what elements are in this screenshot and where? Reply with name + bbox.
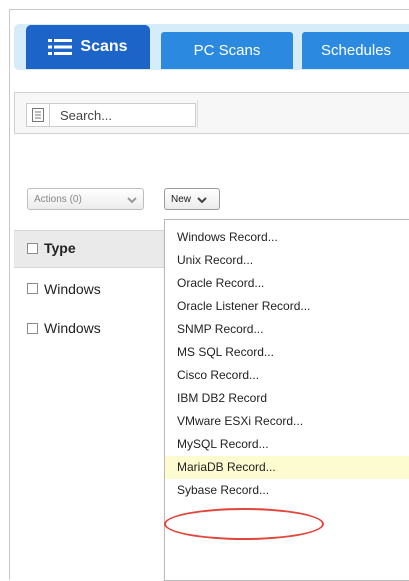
menu-item-unix-record[interactable]: Unix Record... xyxy=(165,249,409,272)
select-all-checkbox[interactable] xyxy=(27,243,38,254)
menu-item-windows-record[interactable]: Windows Record... xyxy=(165,226,409,249)
new-dropdown-menu: Windows Record... Unix Record... Oracle … xyxy=(164,219,409,581)
menu-item-oracle-listener-record[interactable]: Oracle Listener Record... xyxy=(165,295,409,318)
chevron-down-icon xyxy=(127,196,137,203)
search-box xyxy=(26,103,196,127)
row-type: Windows xyxy=(44,320,101,336)
menu-item-cisco-record[interactable]: Cisco Record... xyxy=(165,364,409,387)
search-input[interactable] xyxy=(50,106,192,124)
row-type: Windows xyxy=(44,281,101,297)
new-button-label: New xyxy=(171,193,192,205)
tab-scans-label: Scans xyxy=(80,38,128,55)
search-divider xyxy=(197,100,198,128)
menu-item-vmware-esxi-record[interactable]: VMware ESXi Record... xyxy=(165,410,409,433)
list-icon xyxy=(48,38,73,56)
actions-button-label: Actions (0) xyxy=(34,193,82,205)
chevron-down-icon xyxy=(197,196,207,203)
column-header-type[interactable]: Type xyxy=(44,240,76,256)
tab-pc-scans[interactable]: PC Scans xyxy=(161,32,293,69)
menu-item-mssql-record[interactable]: MS SQL Record... xyxy=(165,341,409,364)
actions-button[interactable]: Actions (0) xyxy=(27,188,144,210)
row-checkbox[interactable] xyxy=(27,283,38,294)
tab-scans[interactable]: Scans xyxy=(26,25,150,69)
table-header xyxy=(14,230,174,268)
menu-item-mariadb-record[interactable]: MariaDB Record... xyxy=(165,456,409,479)
tab-schedules[interactable]: Schedules xyxy=(302,32,409,69)
document-icon[interactable] xyxy=(27,104,50,126)
menu-item-mysql-record[interactable]: MySQL Record... xyxy=(165,433,409,456)
row-checkbox[interactable] xyxy=(27,323,38,334)
menu-item-ibm-db2-record[interactable]: IBM DB2 Record xyxy=(165,387,409,410)
menu-item-sybase-record[interactable]: Sybase Record... xyxy=(165,479,409,502)
tab-schedules-label: Schedules xyxy=(321,42,392,59)
tab-pc-scans-label: PC Scans xyxy=(193,42,261,59)
menu-item-oracle-record[interactable]: Oracle Record... xyxy=(165,272,409,295)
menu-item-snmp-record[interactable]: SNMP Record... xyxy=(165,318,409,341)
new-button[interactable]: New xyxy=(164,188,220,210)
